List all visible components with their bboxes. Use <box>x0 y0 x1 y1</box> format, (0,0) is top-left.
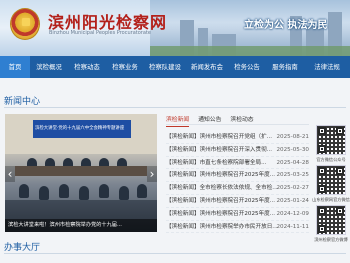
qr-label: 官方微信公众号 <box>316 157 346 162</box>
photo-screen-text: 滨检大讲堂·党的十九届六中全会精神专题讲座 <box>35 126 125 131</box>
list-item[interactable]: 【滨检新闻】滨州市检察院召开2025年度... 2025-01-24 <box>166 195 309 208</box>
header-slogan: 立检为公 执法为民 <box>244 20 328 31</box>
tab-binjian-news[interactable]: 滨检新闻 <box>166 114 190 127</box>
main-nav: 首页 滨检概况 检察动态 检察业务 检察队建设 新闻发布会 检务公告 服务指南 … <box>0 56 350 78</box>
tab-binjian-dynamics[interactable]: 滨检动态 <box>230 114 253 127</box>
photo-person <box>79 186 89 200</box>
news-date: 2024-11-11 <box>276 223 309 230</box>
news-title[interactable]: 滨州市检察院召开深入贯彻... <box>200 147 272 153</box>
list-item[interactable]: 【滨检新闻】市直七条检察院部署全局... 2025-04-28 <box>166 157 309 170</box>
news-date: 2025-01-24 <box>276 197 309 204</box>
news-list: 【滨检新闻】滨州市检察院召开党组（扩... 2025-08-21 【滨检新闻】滨… <box>166 131 309 234</box>
photo-person <box>19 184 29 198</box>
list-item[interactable]: 【滨检新闻】滨州市检察院召开深入贯彻... 2025-05-30 <box>166 144 309 157</box>
news-date: 2025-03-25 <box>276 172 309 179</box>
news-title[interactable]: 市直七条检察院部署全局... <box>200 160 267 166</box>
nav-item-laws[interactable]: 法律法规 <box>304 56 350 78</box>
qr-finder <box>336 207 344 215</box>
qr-code-icon <box>316 165 346 195</box>
qr-code-icon <box>316 205 346 235</box>
qr-finder <box>336 167 344 175</box>
news-tag: 【滨检新闻】 <box>166 146 200 153</box>
nav-item-press-conference[interactable]: 新闻发布会 <box>186 56 228 78</box>
chevron-left-icon[interactable]: ‹ <box>5 166 15 182</box>
nav-item-team-building[interactable]: 检察队建设 <box>144 56 186 78</box>
news-title[interactable]: 全市检察长依法依规、全市检... <box>200 185 278 191</box>
news-tag: 【滨检新闻】 <box>166 185 200 192</box>
list-item[interactable]: 【滨检新闻】滨州市检察院召开2025年度... 2024-12-09 <box>166 208 309 221</box>
photo-screen: 滨检大讲堂·党的十九届六中全会精神专题讲座 <box>33 120 131 138</box>
news-date: 2024-12-09 <box>276 210 309 217</box>
nav-item-dynamics[interactable]: 检察动态 <box>68 56 106 78</box>
news-tag: 【滨检新闻】 <box>166 134 200 140</box>
qr-finder <box>318 167 326 175</box>
news-title[interactable]: 滨州市检察院召开2025年度... <box>200 198 276 204</box>
list-item[interactable]: 【滨检新闻】滨州市检察院召开党组（扩... 2025-08-21 <box>166 131 309 144</box>
news-tabs: 滨检新闻 通知公告 滨检动态 <box>166 114 263 127</box>
chevron-right-icon[interactable]: › <box>147 166 157 182</box>
news-title[interactable]: 滨州市检察院召开2025年度... <box>200 211 276 217</box>
qr-finder <box>318 127 326 135</box>
nav-item-service-guide[interactable]: 服务指南 <box>266 56 304 78</box>
news-title[interactable]: 滨州市检察院举办市民开放日... <box>200 224 278 230</box>
site-subtitle: Binzhou Municipal Peoples Procuratorate <box>49 30 151 36</box>
nav-item-home[interactable]: 首页 <box>0 56 30 78</box>
photo-person <box>39 186 49 200</box>
news-date: 2025-08-21 <box>276 134 309 140</box>
page: 滨州阳光检察网 Binzhou Municipal Peoples Procur… <box>0 0 350 263</box>
procuratorate-emblem-icon[interactable] <box>10 8 40 40</box>
qr-finder <box>336 127 344 135</box>
news-tag: 【滨检新闻】 <box>166 197 200 204</box>
photo-person <box>59 184 69 198</box>
news-title[interactable]: 滨州市检察院召开2025年度... <box>200 172 276 178</box>
news-date: 2025-02-27 <box>276 185 309 192</box>
qr-code-icon <box>316 125 346 155</box>
nav-item-overview[interactable]: 滨检概况 <box>30 56 68 78</box>
photo-caption[interactable]: 滨检大讲堂来啦！滨州市检察院举办党的十九届... <box>5 219 157 232</box>
news-tag: 【滨检新闻】 <box>166 172 200 179</box>
header-banner: 滨州阳光检察网 Binzhou Municipal Peoples Procur… <box>0 0 350 56</box>
qr-finder <box>318 145 326 153</box>
nav-item-announcements[interactable]: 检务公告 <box>228 56 266 78</box>
list-item[interactable]: 【滨检新闻】全市检察长依法依规、全市检... 2025-02-27 <box>166 182 309 195</box>
nav-item-business[interactable]: 检察业务 <box>106 56 144 78</box>
qr-label: 山东检察网官方微信 <box>312 197 350 202</box>
tabs-divider <box>166 124 309 125</box>
list-item[interactable]: 【滨检新闻】滨州市检察院召开2025年度... 2025-03-25 <box>166 169 309 183</box>
section-divider <box>4 107 346 108</box>
news-tag: 【滨检新闻】 <box>166 159 200 166</box>
tab-notices[interactable]: 通知公告 <box>198 114 221 127</box>
section-divider <box>4 253 346 254</box>
photo-table <box>15 166 147 176</box>
news-tag: 【滨检新闻】 <box>166 223 200 230</box>
qr-finder <box>318 225 326 233</box>
qr-label: 滨州检察官方微博 <box>314 237 348 242</box>
greenery-strip <box>150 46 350 56</box>
news-date: 2025-04-28 <box>276 159 309 166</box>
service-hall-title: 办事大厅 <box>4 243 41 253</box>
photo-person <box>119 186 129 200</box>
photo-person <box>137 184 147 198</box>
news-date: 2025-05-30 <box>276 146 309 153</box>
news-center-title: 新闻中心 <box>4 97 41 107</box>
list-item[interactable]: 【滨检新闻】滨州市检察院举办市民开放日... 2024-11-11 <box>166 221 309 234</box>
qr-finder <box>318 207 326 215</box>
qr-finder <box>318 185 326 193</box>
photo-person <box>99 184 109 198</box>
news-tag: 【滨检新闻】 <box>166 210 200 217</box>
news-title[interactable]: 滨州市检察院召开党组（扩... <box>200 134 272 140</box>
news-photo-slider[interactable]: 滨检大讲堂·党的十九届六中全会精神专题讲座 ‹ › 滨检大讲堂来啦！滨州市检察院… <box>5 114 157 232</box>
